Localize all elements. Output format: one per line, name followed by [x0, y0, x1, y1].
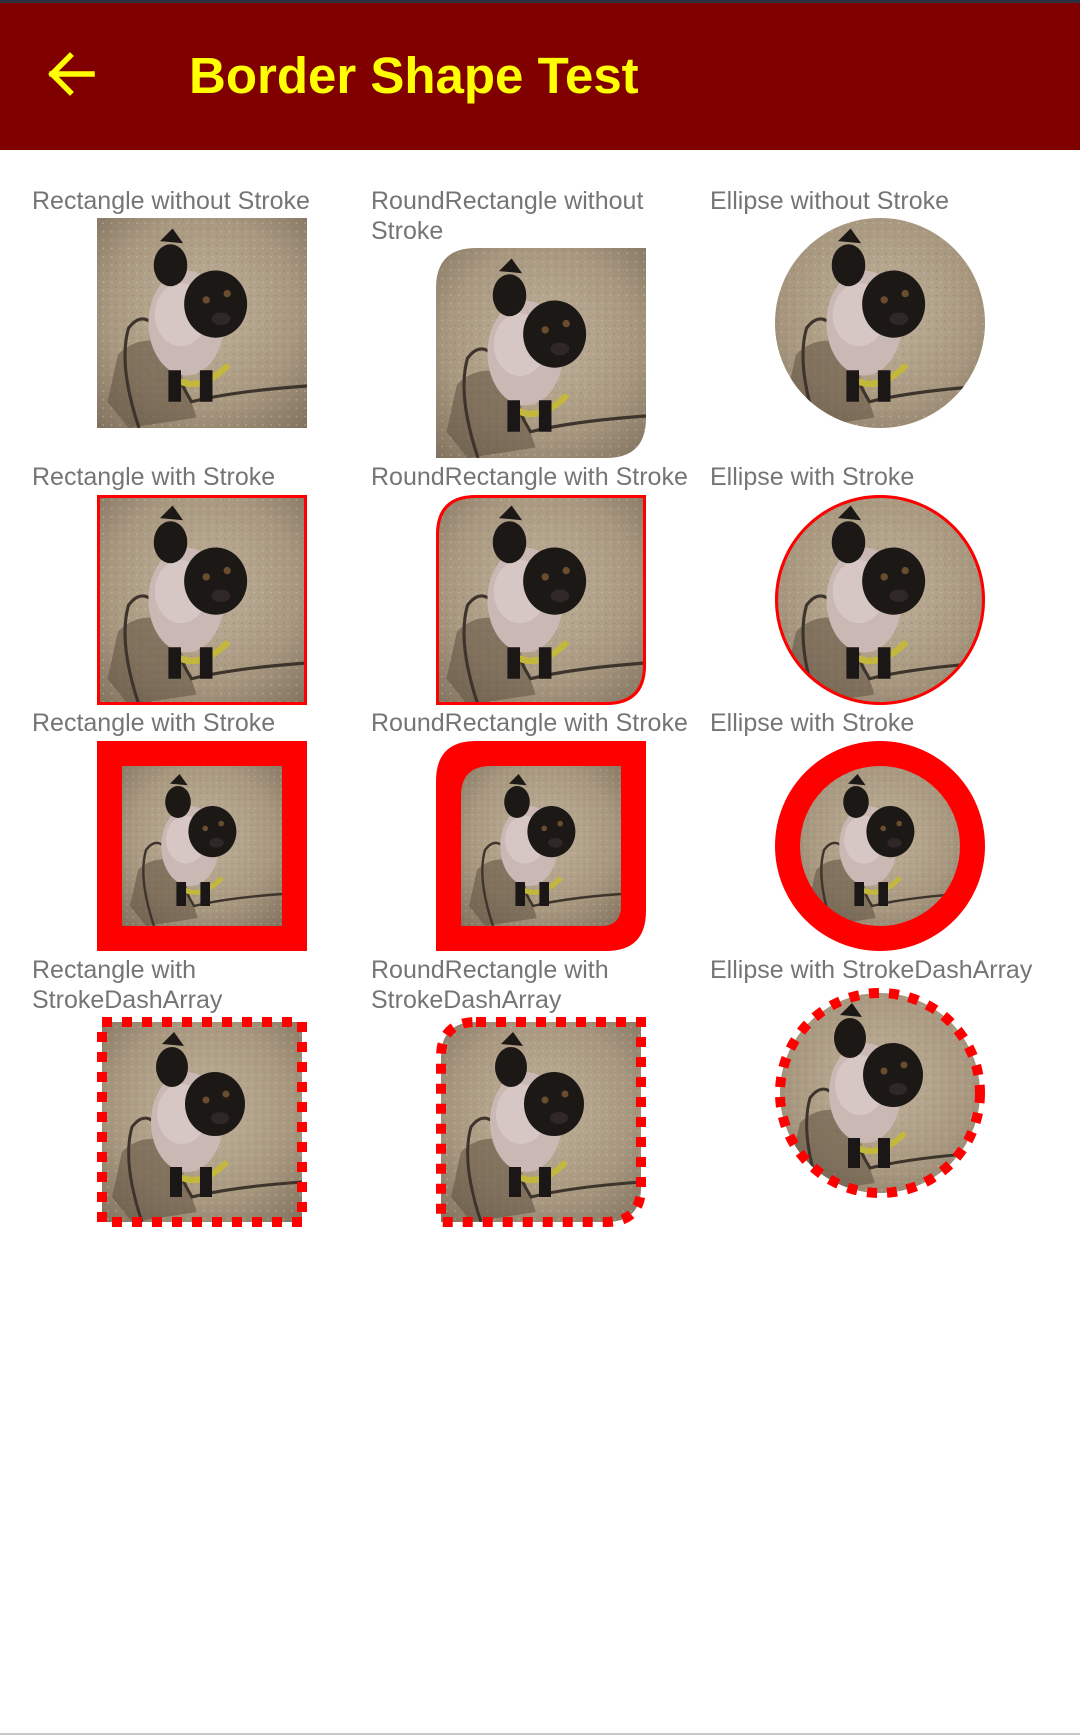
back-button[interactable]: [36, 40, 106, 110]
rectangle-dash-image: [97, 1017, 307, 1227]
cell-label: Ellipse with Stroke: [710, 709, 915, 737]
rectangle-thick-stroke-image: [97, 741, 307, 951]
roundrectangle-image: [436, 248, 646, 458]
cell-label: RoundRectangle without Stroke: [371, 187, 644, 245]
cell-label: RoundRectangle with Stroke: [371, 463, 688, 491]
ellipse-thick-stroke-image: [775, 741, 985, 951]
cell-label: Rectangle without Stroke: [32, 187, 310, 215]
cell-label: Rectangle with StrokeDashArray: [32, 956, 223, 1014]
ellipse-dash-image: [775, 988, 985, 1198]
roundrectangle-thick-stroke-image: [436, 741, 646, 951]
ellipse-stroke-image: [775, 495, 985, 705]
cell-label: RoundRectangle with Stroke: [371, 709, 688, 737]
cell-label: Ellipse with StrokeDashArray: [710, 956, 1033, 984]
roundrectangle-dash-image: [436, 1017, 646, 1227]
cell-label: Ellipse without Stroke: [710, 187, 950, 215]
app-bar: Border Shape Test: [0, 3, 1080, 150]
cell-label: RoundRectangle with StrokeDashArray: [371, 956, 609, 1014]
cell-label: Ellipse with Stroke: [710, 463, 915, 491]
rectangle-image: [97, 218, 307, 428]
rectangle-stroke-image: [97, 495, 307, 705]
cell-label: Rectangle with Stroke: [32, 463, 276, 491]
cell-label: Rectangle with Stroke: [32, 709, 276, 737]
page-title: Border Shape Test: [189, 47, 639, 104]
roundrectangle-stroke-image: [436, 495, 646, 705]
arrow-left-icon: [48, 52, 95, 96]
ellipse-image: [775, 218, 985, 428]
